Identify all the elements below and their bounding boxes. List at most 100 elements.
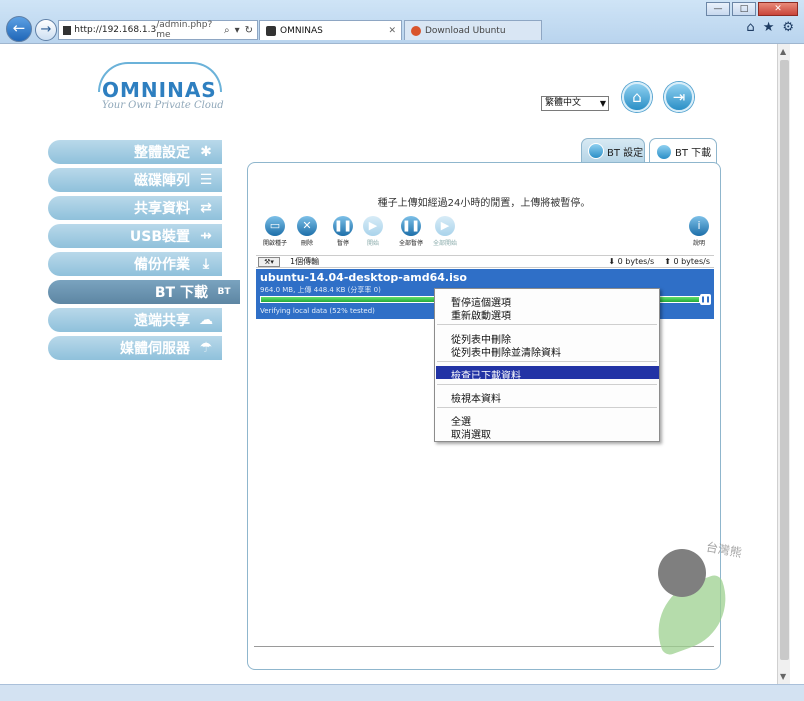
tab-label: BT 設定 <box>607 147 644 159</box>
idle-notice: 種子上傳如經過24小時的閒置，上傳將被暫停。 <box>377 198 591 209</box>
search-icon[interactable]: ⌕ <box>224 25 230 36</box>
language-value: 繁體中文 <box>545 98 582 108</box>
home-icon[interactable]: ⌂ <box>746 20 754 35</box>
sidebar-item-backup[interactable]: 備份作業 ⤓ <box>48 252 222 276</box>
back-button[interactable]: ← <box>6 16 32 42</box>
folder-icon: ▭ <box>265 216 285 236</box>
address-bar[interactable]: http://192.168.1.3/admin.php?me ⌕ ▾ ↻ <box>58 20 258 40</box>
button-label: 開始 <box>366 240 379 247</box>
maximize-button[interactable]: □ <box>732 2 756 16</box>
start-all-button[interactable]: ▶ 全部開始 <box>430 216 460 247</box>
tools-icon: ✱ <box>200 144 212 160</box>
menu-separator <box>437 324 657 325</box>
url-path: /admin.php?me <box>156 20 213 40</box>
sidebar-item-disk-array[interactable]: 磁碟陣列 ☰ <box>48 168 222 192</box>
disk-stack-icon: ☰ <box>199 172 213 188</box>
browser-window: — □ ✕ ← → http://192.168.1.3/admin.php?m… <box>0 0 804 701</box>
menu-item-deselect-all[interactable]: 取消選取 <box>451 426 491 441</box>
scroll-up-icon[interactable]: ▲ <box>780 47 786 56</box>
help-button[interactable]: i 說明 <box>686 216 712 247</box>
close-tab-icon[interactable]: ✕ <box>388 26 401 36</box>
scrollbar-thumb[interactable] <box>780 60 789 660</box>
bt-icon: BT <box>217 287 231 297</box>
start-button[interactable]: ▶ 開始 <box>360 216 386 247</box>
tab-label: BT 下載 <box>675 148 712 159</box>
wrench-menu-icon[interactable]: ⚒▾ <box>258 256 280 267</box>
menu-item-verify-local-data[interactable]: 檢查已下載資料 <box>451 367 521 382</box>
tab-omninas[interactable]: OMNINAS ✕ <box>259 20 402 40</box>
language-select[interactable]: 繁體中文 ▼ <box>541 96 609 111</box>
sidebar-item-label: 遠端共享 <box>134 313 190 329</box>
home-button[interactable]: ⌂ <box>622 82 652 112</box>
button-label: 全部暫停 <box>398 240 423 247</box>
torrent-name: ubuntu-14.04-desktop-amd64.iso <box>260 271 467 284</box>
page-icon <box>63 25 72 35</box>
transfer-list-header: ⚒▾ 1個傳輸 ⬇ 0 bytes/s ⬆ 0 bytes/s <box>256 255 714 268</box>
chevron-down-icon: ▼ <box>599 99 606 108</box>
cloud-share-icon: ☁ <box>199 312 213 328</box>
vertical-scrollbar[interactable]: ▲ ▼ <box>777 44 790 684</box>
menu-item-remove-and-delete-data[interactable]: 從列表中刪除並清除資料 <box>451 344 561 359</box>
sidebar-item-usb-devices[interactable]: USB裝置 ⇸ <box>48 224 222 248</box>
star-icon[interactable]: ★ <box>763 20 775 35</box>
button-label: 全部開始 <box>432 240 457 247</box>
share-arrows-icon: ⇄ <box>200 200 212 216</box>
torrent-pause-icon[interactable]: ❚❚ <box>700 294 711 305</box>
logout-button[interactable]: ⇥ <box>664 82 694 112</box>
button-label: 暫停 <box>336 240 349 247</box>
tab-label: Download Ubuntu <box>425 25 506 36</box>
house-icon: ⌂ <box>632 88 642 106</box>
bt-download-icon <box>656 143 672 160</box>
menu-item-restart-selected[interactable]: 重新啟動選項 <box>451 307 511 322</box>
button-label: 說明 <box>692 240 705 247</box>
refresh-icon[interactable]: ↻ <box>245 25 253 36</box>
delete-x-icon: ✕ <box>297 216 317 236</box>
tab-download-ubuntu[interactable]: Download Ubuntu <box>404 20 542 40</box>
delete-button[interactable]: ✕ 刪除 <box>294 216 320 247</box>
sidebar-item-label: BT 下載 <box>154 285 208 301</box>
sidebar-item-label: 備份作業 <box>134 257 190 273</box>
arrow-left-icon: ← <box>12 19 26 37</box>
media-server-icon: ☂ <box>199 340 213 356</box>
download-speed: ⬇ 0 bytes/s <box>608 257 655 266</box>
sidebar-item-bt-download[interactable]: BT 下載 BT <box>48 280 240 304</box>
sidebar-item-general-settings[interactable]: 整體設定 ✱ <box>48 140 222 164</box>
menu-separator <box>437 361 657 362</box>
menu-item-inspect[interactable]: 檢視本資料 <box>451 390 501 405</box>
pause-all-icon: ❚❚ <box>401 216 421 236</box>
backup-icon: ⤓ <box>202 256 210 272</box>
watermark-text: 台灣熊 <box>704 539 743 561</box>
browser-right-tools: ⌂ ★ ⚙ <box>746 20 794 35</box>
sidebar-item-label: 媒體伺服器 <box>120 341 190 357</box>
pause-button[interactable]: ❚❚ 暫停 <box>330 216 356 247</box>
minimize-button[interactable]: — <box>706 2 730 16</box>
ubuntu-favicon-icon <box>411 25 421 36</box>
pause-icon: ❚❚ <box>333 216 353 236</box>
open-torrent-button[interactable]: ▭ 開啟種子 <box>260 216 290 247</box>
logout-icon: ⇥ <box>672 88 686 106</box>
scroll-down-icon[interactable]: ▼ <box>780 672 786 681</box>
sidebar-item-shared-data[interactable]: 共享資料 ⇄ <box>48 196 222 220</box>
button-label: 刪除 <box>300 240 313 247</box>
bear-icon <box>658 549 706 597</box>
sidebar-item-label: USB裝置 <box>129 229 190 245</box>
url-host: http://192.168.1.3 <box>74 25 157 35</box>
torrent-size-info: 964.0 MB, 上傳 448.4 KB (分享率 0) <box>260 286 381 294</box>
forward-button[interactable]: → <box>35 19 57 41</box>
pause-all-button[interactable]: ❚❚ 全部暫停 <box>396 216 426 247</box>
tab-bt-download[interactable]: BT 下載 <box>649 138 717 164</box>
bear-watermark: 台灣熊 <box>644 535 768 657</box>
gear-icon[interactable]: ⚙ <box>782 20 794 35</box>
sidebar-item-label: 整體設定 <box>134 145 190 161</box>
logo-name: OMNINAS <box>102 78 217 102</box>
close-window-button[interactable]: ✕ <box>758 2 798 16</box>
dropdown-icon[interactable]: ▾ <box>235 25 240 36</box>
play-all-icon: ▶ <box>435 216 455 236</box>
panel-bottom-rule <box>254 646 714 647</box>
tab-bt-settings[interactable]: BT 設定 <box>581 138 645 163</box>
sidebar-item-media-server[interactable]: 媒體伺服器 ☂ <box>48 336 222 360</box>
sidebar-item-remote-share[interactable]: 遠端共享 ☁ <box>48 308 222 332</box>
window-controls: — □ ✕ <box>706 2 798 16</box>
play-icon: ▶ <box>363 216 383 236</box>
transfer-count: 1個傳輸 <box>290 257 320 266</box>
